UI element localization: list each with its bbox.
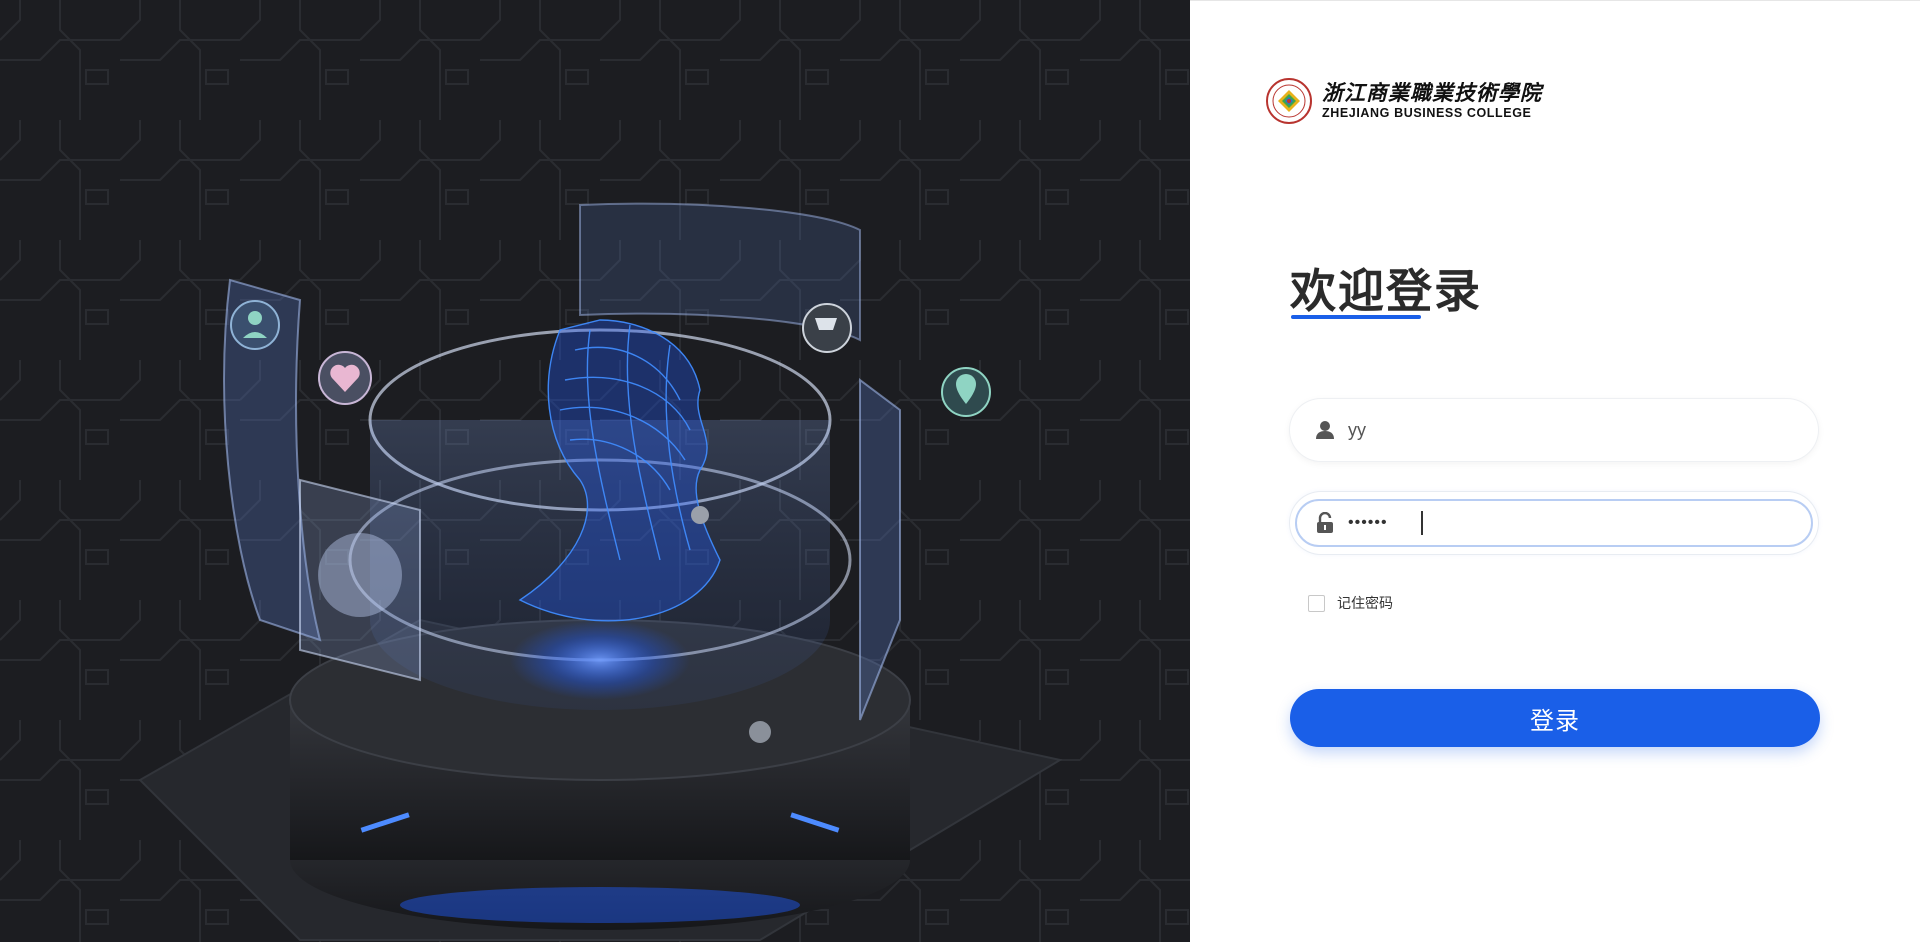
- college-name-cn: 浙江商業職業技術學院: [1322, 80, 1542, 105]
- username-input[interactable]: [1348, 410, 1788, 450]
- login-page: 浙江商業職業技術學院 ZHEJIANG BUSINESS COLLEGE 欢迎登…: [0, 0, 1920, 942]
- hologram-artwork: [0, 0, 1190, 942]
- unlock-icon: [1317, 512, 1333, 533]
- login-panel: 浙江商業職業技術學院 ZHEJIANG BUSINESS COLLEGE 欢迎登…: [1190, 0, 1920, 942]
- password-input[interactable]: [1348, 503, 1788, 543]
- page-title: 欢迎登录: [1290, 264, 1482, 318]
- text-caret: [1421, 511, 1423, 535]
- remember-checkbox[interactable]: [1308, 594, 1325, 612]
- college-logo: 浙江商業職業技術學院 ZHEJIANG BUSINESS COLLEGE: [1266, 77, 1542, 125]
- title-underline: [1291, 315, 1421, 319]
- login-button[interactable]: 登录: [1290, 689, 1820, 747]
- hero-illustration: [0, 0, 1190, 942]
- remember-password[interactable]: 记住密码: [1308, 593, 1393, 613]
- college-seal-icon: [1266, 78, 1312, 124]
- password-field[interactable]: [1290, 492, 1818, 554]
- user-icon: [1316, 421, 1334, 439]
- username-field[interactable]: [1290, 399, 1818, 461]
- college-name-en: ZHEJIANG BUSINESS COLLEGE: [1322, 106, 1532, 120]
- remember-label: 记住密码: [1337, 596, 1393, 612]
